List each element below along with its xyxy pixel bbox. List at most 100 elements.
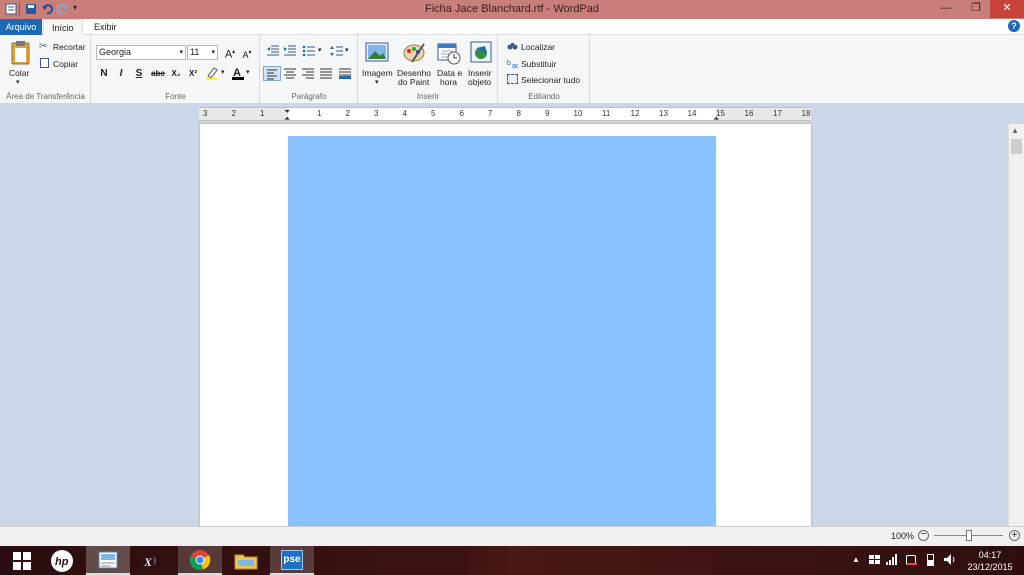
photoshop-elements-icon: pse [281,549,303,570]
superscript-button[interactable]: X² [185,67,201,81]
editing-group-label: Editando [528,92,560,101]
ruler-label: 16 [744,109,754,118]
status-bar [0,526,1024,546]
justify-button[interactable] [318,66,334,81]
zoom-in-button[interactable]: + [1009,530,1020,541]
copy-icon [40,58,49,68]
embedded-image[interactable] [288,136,716,526]
decrease-indent-icon[interactable] [266,45,280,57]
ruler-label: 8 [516,109,521,118]
pse-taskbar-button[interactable]: pse [270,546,314,575]
battery-icon[interactable] [927,554,934,566]
zoom-slider-thumb[interactable] [966,530,972,541]
paste-icon[interactable] [10,40,32,66]
action-center-icon[interactable] [869,555,880,565]
highlighter-icon[interactable] [205,66,219,80]
signal-icon[interactable] [886,554,898,565]
copy-button[interactable]: Copiar [53,59,78,69]
date-time-icon[interactable] [437,41,461,65]
svg-text:X: X [143,555,153,569]
font-family-chevron-icon[interactable]: ▾ [179,46,183,59]
ruler-label: 3 [374,109,379,118]
qa-divider [19,2,20,16]
ruler-label: 10 [573,109,583,118]
paste-chevron-icon[interactable]: ▾ [16,78,20,86]
strikethrough-button[interactable]: abc [148,67,168,81]
ruler-label: 6 [459,109,464,118]
font-size-chevron-icon[interactable]: ▾ [211,46,215,59]
align-left-button[interactable] [263,66,281,81]
ribbon-tab-row [0,19,1024,35]
right-indent-marker-icon[interactable]: ⏶ [713,114,719,124]
shrink-font-button[interactable]: A▾ [239,46,255,60]
scroll-thumb[interactable] [1011,139,1022,154]
tab-file[interactable]: Arquivo [0,19,42,35]
increase-indent-icon[interactable] [283,45,297,57]
paint-drawing-icon[interactable] [402,40,426,64]
wordpad-taskbar-button[interactable] [86,546,130,575]
vertical-scrollbar[interactable] [1008,124,1024,526]
wordpad-icon [98,551,118,568]
align-center-button[interactable] [282,66,298,81]
clock-time[interactable]: 04:17 [970,550,1010,560]
grow-font-button[interactable]: A▴ [222,45,238,61]
line-spacing-chevron-icon[interactable]: ▾ [345,46,349,54]
paste-button[interactable]: Colar [9,68,29,78]
app-taskbar-button[interactable]: X) [132,546,176,575]
line-spacing-icon[interactable] [330,45,344,57]
svg-text:hp: hp [55,556,69,568]
image-icon[interactable] [365,41,389,63]
image-chevron-icon[interactable]: ▾ [375,78,379,86]
font-family-select[interactable]: Georgia ▾ [96,45,186,60]
underline-button[interactable]: S [131,67,147,81]
paint-button-line2[interactable]: do Paint [398,77,429,87]
volume-icon[interactable] [944,554,956,565]
italic-button[interactable]: I [113,67,129,81]
subscript-button[interactable]: X₂ [168,67,184,81]
ruler-label: 13 [659,109,668,118]
image-button[interactable]: Imagem [362,68,393,78]
redo-icon[interactable] [57,3,69,15]
clock-date[interactable]: 23/12/2015 [962,562,1018,572]
date-time-button-line2[interactable]: hora [440,77,457,87]
cut-button[interactable]: Recortar [53,42,86,52]
hp-app-button[interactable]: hp [40,546,84,575]
tab-home[interactable]: Início [43,19,83,36]
select-all-button[interactable]: Selecionar tudo [521,75,580,85]
chrome-taskbar-button[interactable] [178,546,222,575]
bold-button[interactable]: N [96,67,112,81]
minimize-button[interactable]: — [932,0,960,18]
select-all-icon [507,74,518,84]
tab-view[interactable]: Exibir [86,19,125,35]
scroll-up-icon[interactable]: ▲ [1011,126,1019,135]
font-color-icon[interactable]: A [231,66,245,80]
customize-qa-chevron-icon[interactable]: ▾ [73,3,85,15]
app-icon: X) [143,555,156,569]
font-color-chevron-icon[interactable]: ▾ [246,68,250,76]
insert-object-icon[interactable] [469,40,493,64]
insert-object-button-line2[interactable]: objeto [468,77,491,87]
font-size-select[interactable]: 11 ▾ [187,45,218,60]
replace-button[interactable]: Substituir [521,59,556,69]
help-icon[interactable]: ? [1008,20,1020,32]
show-hidden-icons-chevron-icon[interactable]: ▲ [852,555,860,564]
wordpad-app-icon[interactable] [5,3,17,15]
hanging-indent-marker-icon[interactable]: ⏶ [284,114,290,124]
paragraph-settings-icon[interactable] [338,66,352,81]
zoom-out-button[interactable]: − [918,530,929,541]
close-button[interactable]: ✕ [990,0,1024,18]
flag-icon[interactable] [906,555,917,565]
restore-button[interactable]: ❐ [962,0,990,18]
save-icon[interactable] [25,3,37,15]
ruler-label: 17 [773,109,782,118]
undo-icon[interactable] [41,3,53,15]
highlight-chevron-icon[interactable]: ▾ [221,68,225,76]
start-button[interactable] [0,546,44,575]
bullet-list-chevron-icon[interactable]: ▾ [318,46,322,54]
ruler-label: 9 [545,109,550,118]
file-explorer-taskbar-button[interactable] [224,546,268,575]
align-right-button[interactable] [300,66,316,81]
ruler-label: 5 [431,109,436,118]
find-button[interactable]: Localizar [521,42,555,52]
bullet-list-icon[interactable] [302,45,316,57]
